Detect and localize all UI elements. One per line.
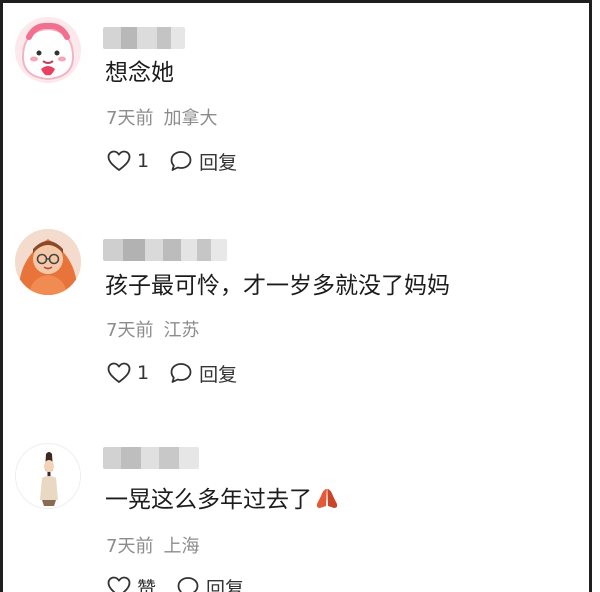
comment-actions: 赞 回复 <box>107 573 244 592</box>
reply-button[interactable]: 回复 <box>169 148 237 175</box>
like-button[interactable]: 赞 <box>107 574 156 592</box>
like-count: 1 <box>137 362 150 384</box>
comment-text: 想念她 <box>105 60 174 86</box>
speech-bubble-icon <box>176 576 200 592</box>
orange-hood-avatar-icon <box>15 229 81 295</box>
speech-bubble-icon <box>169 150 193 172</box>
heart-outline-icon <box>107 576 131 592</box>
reply-label: 回复 <box>206 577 245 592</box>
comment-time: 7天前 <box>106 536 154 557</box>
comment-text-body: 一晃这么多年过去了 <box>105 487 312 513</box>
comment-location: 江苏 <box>163 320 200 341</box>
comment-meta: 7天前 上海 <box>106 535 199 559</box>
reply-label: 回复 <box>199 151 238 174</box>
comment-time: 7天前 <box>106 108 154 129</box>
reply-button[interactable]: 回复 <box>176 574 244 592</box>
like-button[interactable]: 1 <box>107 150 149 172</box>
comment-meta: 7天前 江苏 <box>106 319 199 343</box>
heart-outline-icon <box>107 150 131 172</box>
avatar[interactable] <box>15 17 81 83</box>
heart-outline-icon <box>107 362 131 384</box>
comment-text: 孩子最可怜，才一岁多就没了妈妈 <box>105 273 450 299</box>
like-label: 赞 <box>137 577 157 592</box>
reply-button[interactable]: 回复 <box>169 360 237 387</box>
speech-bubble-icon <box>169 362 193 384</box>
like-button[interactable]: 1 <box>107 362 149 384</box>
comment-location: 加拿大 <box>163 108 218 129</box>
username-blurred[interactable] <box>103 447 199 469</box>
comment-meta: 7天前 加拿大 <box>106 107 217 131</box>
comment-list: 想念她 7天前 加拿大 1 回复 孩子最可怜，才一岁多就没了妈妈 7天前 江苏 … <box>0 0 592 592</box>
comment-actions: 1 回复 <box>107 359 237 387</box>
username-blurred[interactable] <box>103 27 185 49</box>
girl-figure-avatar-icon <box>16 444 80 508</box>
username-blurred[interactable] <box>103 239 227 261</box>
comment-actions: 1 回复 <box>107 147 237 175</box>
like-count: 1 <box>137 150 150 172</box>
reply-label: 回复 <box>199 363 238 386</box>
pink-cartoon-avatar-icon <box>15 17 81 83</box>
comment-location: 上海 <box>163 536 200 557</box>
comment-text: 一晃这么多年过去了 <box>105 485 340 518</box>
praying-hands-icon <box>314 486 340 518</box>
avatar[interactable] <box>15 443 81 509</box>
avatar[interactable] <box>15 229 81 295</box>
comment-time: 7天前 <box>106 320 154 341</box>
